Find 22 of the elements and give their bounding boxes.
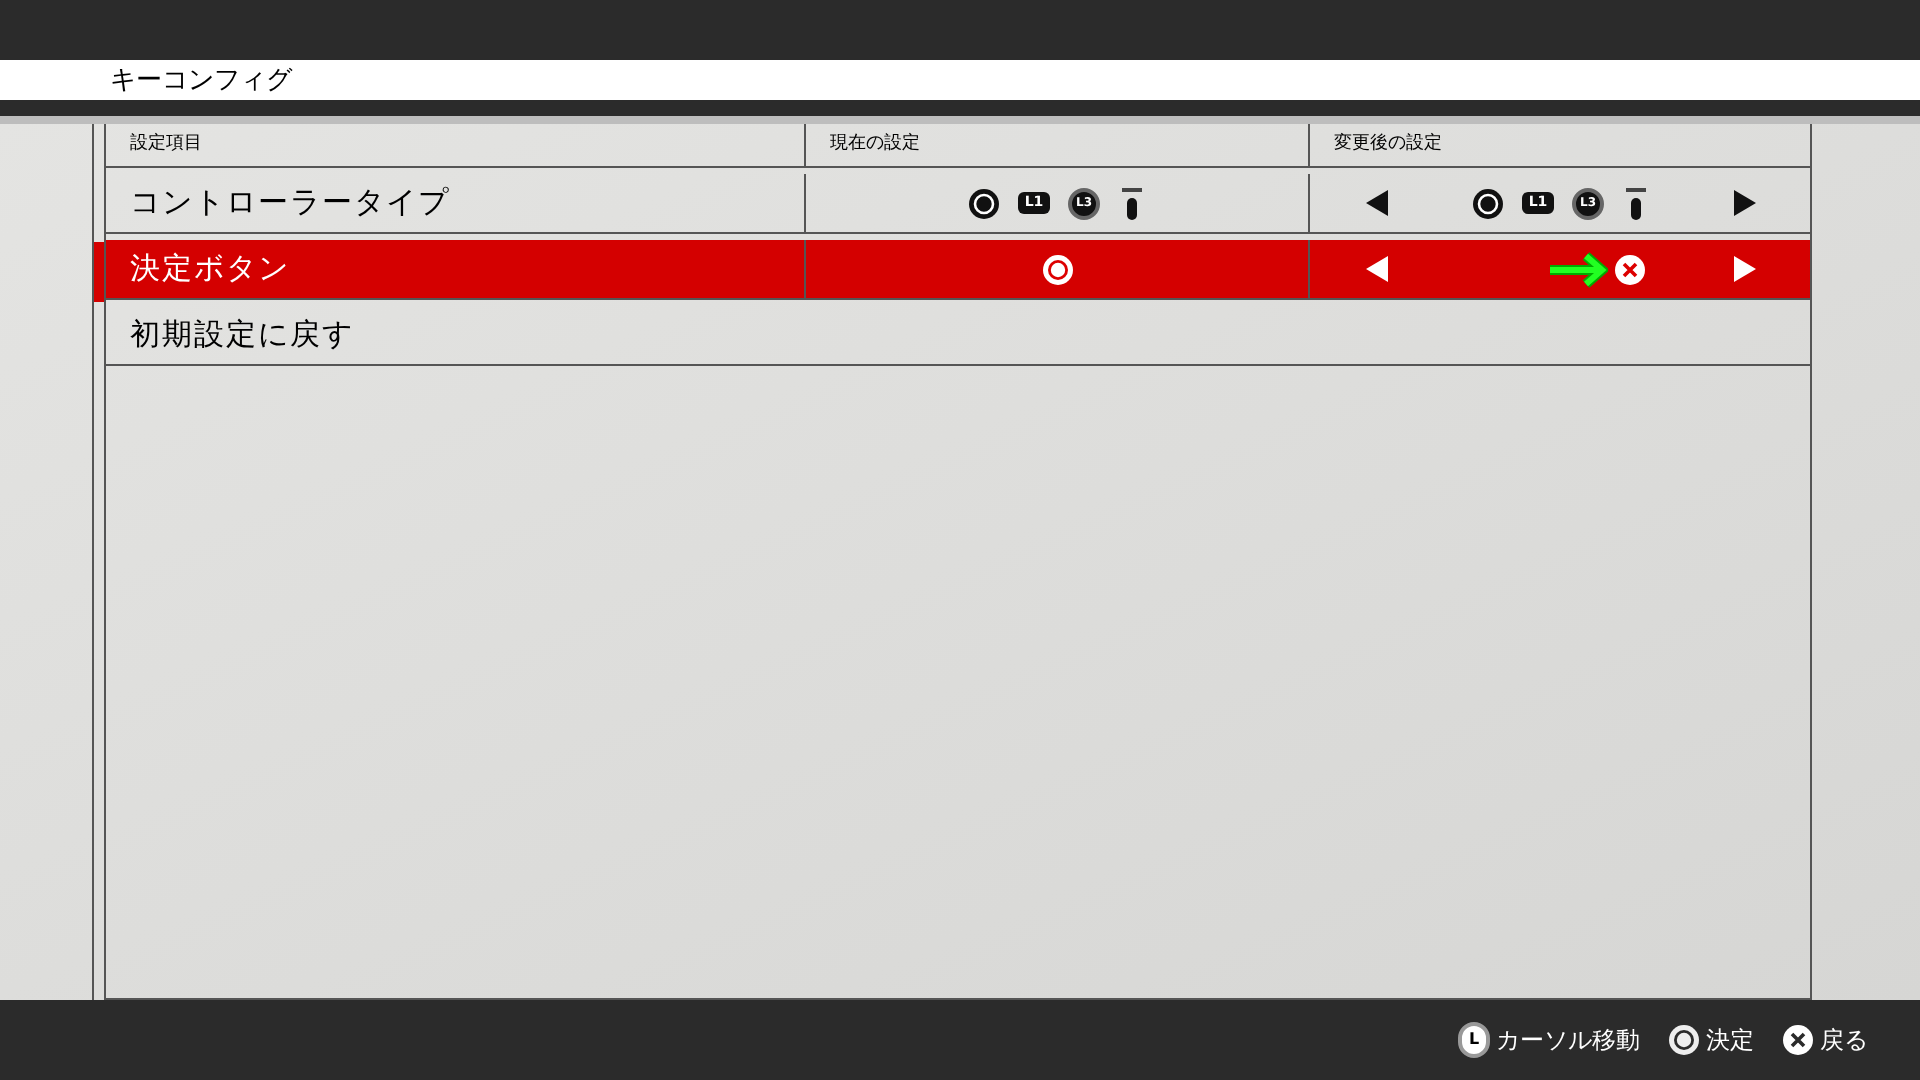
right-arrow-icon[interactable] [1734, 190, 1756, 216]
circle-button-icon [968, 187, 1000, 219]
options-button-icon [1622, 187, 1650, 219]
circle-button-icon [1668, 1024, 1700, 1056]
settings-row[interactable]: 初期設定に戻す [106, 306, 1810, 366]
screen-title: キーコンフィグ [110, 67, 292, 93]
left-arrow-icon[interactable] [1366, 190, 1388, 216]
hint-label: 決定 [1706, 1024, 1754, 1058]
cross-button-icon [1782, 1024, 1814, 1056]
column-header: 変更後の設定 [1334, 131, 1442, 158]
stick-button-icon: L [1458, 1022, 1490, 1058]
circle-button-icon [1041, 253, 1073, 285]
setting-label: 決定ボタン [130, 248, 290, 291]
circle-button-icon [1472, 187, 1504, 219]
options-button-icon [1118, 187, 1146, 219]
hint-label: カーソル移動 [1496, 1024, 1640, 1058]
setting-label: 初期設定に戻す [130, 314, 354, 357]
cross-button-icon [1614, 253, 1646, 285]
column-header: 現在の設定 [830, 131, 920, 158]
hint-label: 戻る [1820, 1024, 1868, 1058]
column-header: 設定項目 [130, 131, 202, 158]
setting-label: コントローラータイプ [130, 182, 450, 225]
